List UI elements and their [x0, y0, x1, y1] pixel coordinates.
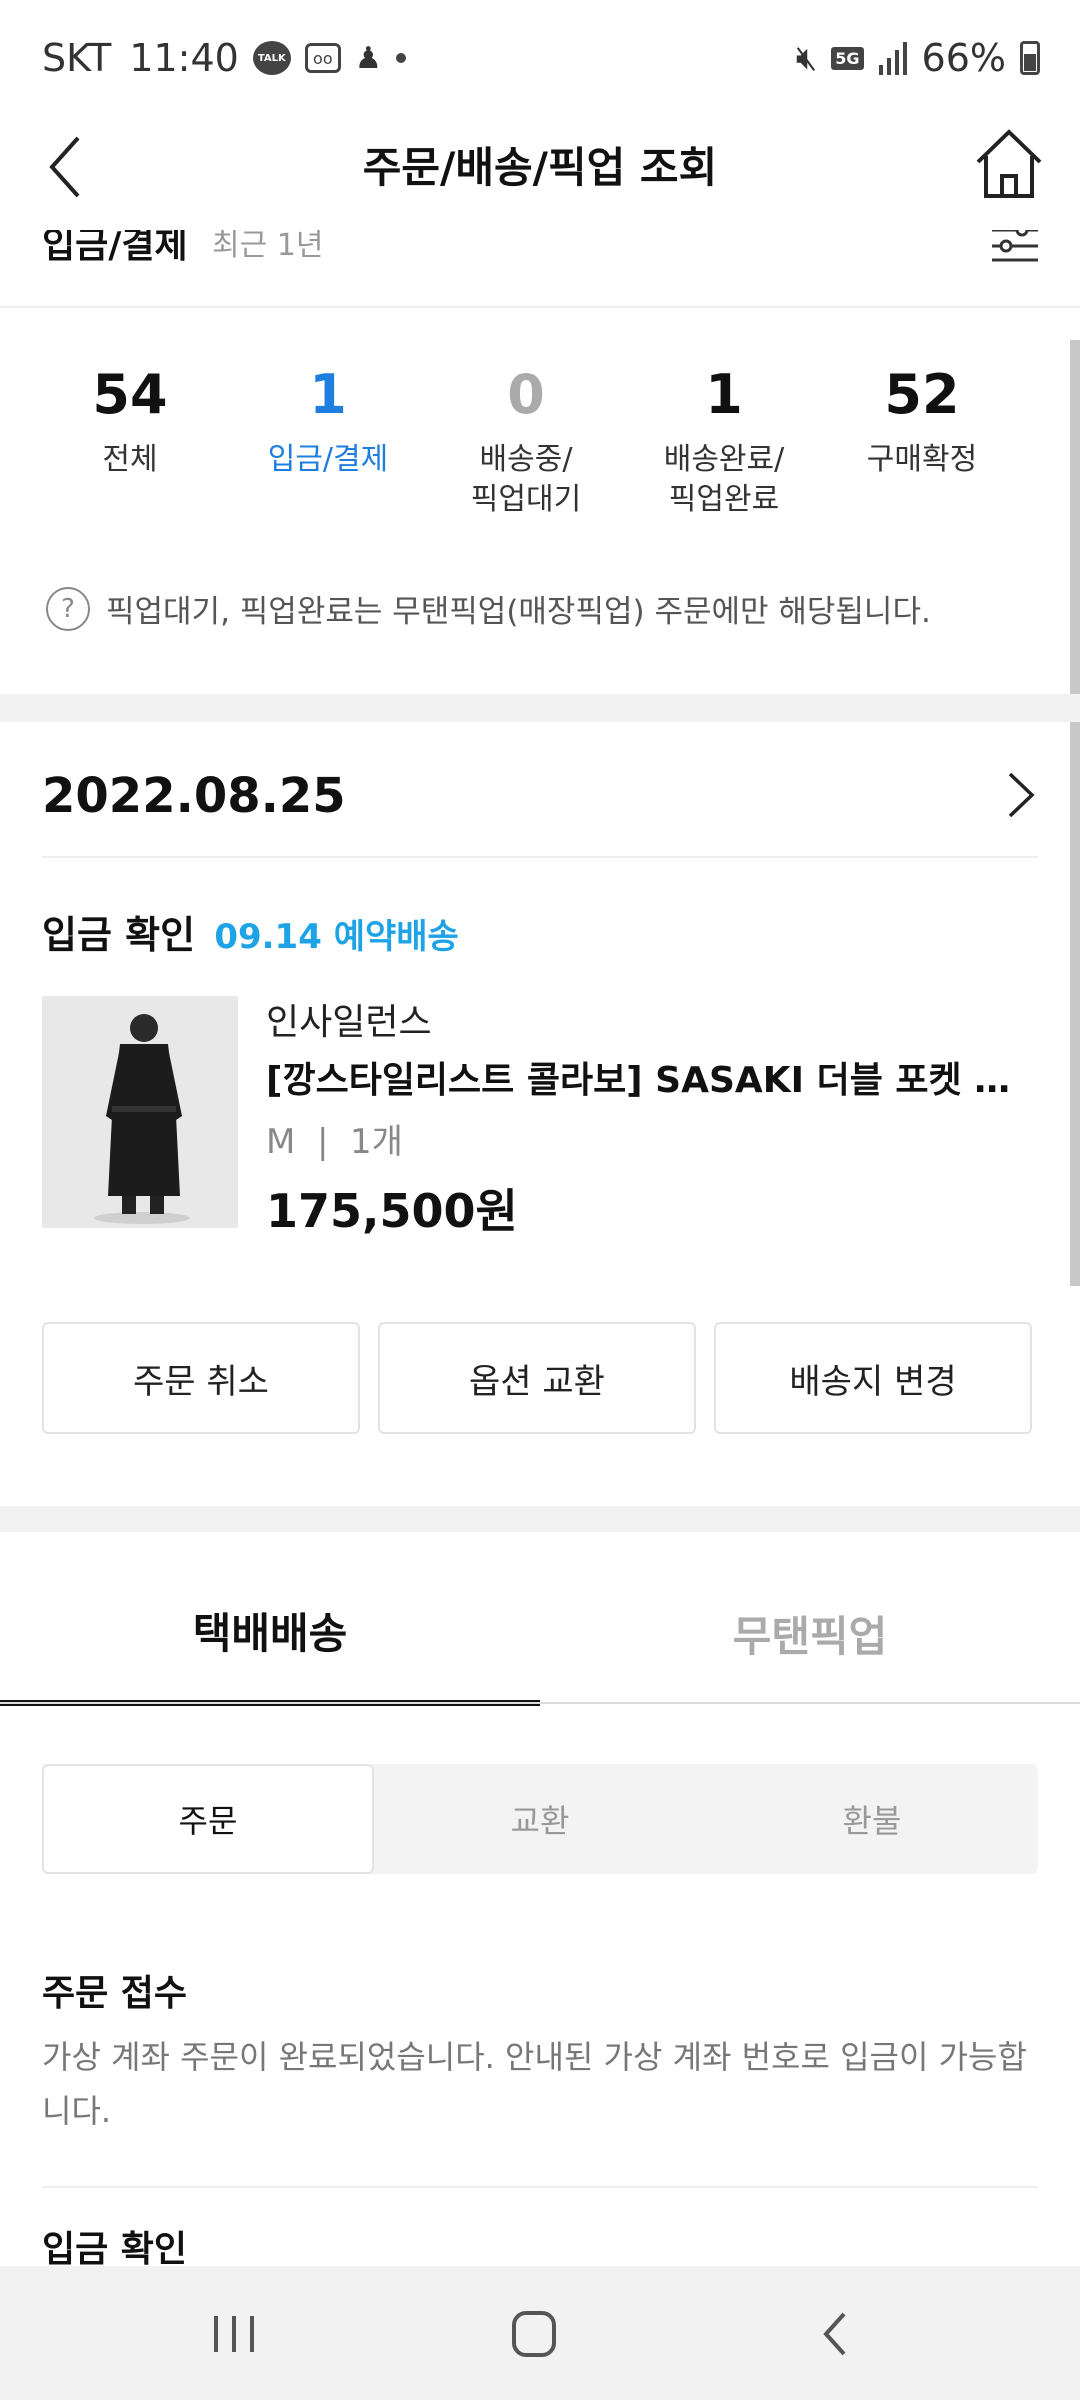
summary-label: 배송중/ 픽업대기: [470, 442, 582, 517]
page-title: 주문/배송/픽업 조회: [362, 143, 718, 192]
recent-apps-icon: [214, 2316, 254, 2352]
tab-divider: [0, 1702, 1080, 1704]
status-right: 🔇︎ 5G 66%: [796, 36, 1040, 80]
change-address-button[interactable]: 배송지 변경: [714, 1322, 1032, 1434]
clock: 11:40: [129, 36, 239, 80]
product-price: 175,500원: [266, 1184, 518, 1238]
summary-count: 1: [309, 363, 347, 426]
order-status-summary: 54 전체 1 입금/결제 0 배송중/ 픽업대기 1 배송완료/ 픽업완료 5…: [0, 360, 1060, 530]
voicemail-icon: oo: [304, 43, 341, 73]
summary-delivered[interactable]: 1 배송완료/ 픽업완료: [624, 360, 824, 520]
home-circle-icon: [512, 2311, 556, 2357]
status-bar: SKT 11:40 TALK oo ♟ 🔇︎ 5G 66%: [0, 0, 1080, 120]
pickup-notice: ? 픽업대기, 픽업완료는 무탠픽업(매장픽업) 주문에만 해당됩니다.: [46, 586, 931, 631]
carrier-label: SKT: [42, 36, 112, 80]
cancel-order-button[interactable]: 주문 취소: [42, 1322, 360, 1434]
product-info[interactable]: 인사일런스 [깡스타일리스트 콜라보] SASAKI 더블 포켓 트렌치 코트 …: [266, 996, 1046, 1246]
section-divider: [0, 1506, 1080, 1532]
segment-refund[interactable]: 환불: [706, 1764, 1038, 1874]
summary-label: 전체: [102, 442, 158, 477]
product-option: M | 1개: [266, 1122, 403, 1162]
signal-icon: [878, 41, 908, 75]
battery-percent: 66%: [921, 36, 1006, 80]
section-divider: [0, 694, 1080, 722]
summary-count: 1: [705, 363, 743, 426]
product-brand: 인사일런스: [266, 1002, 432, 1043]
summary-confirmed[interactable]: 52 구매확정: [822, 360, 1022, 480]
order-status-text: 입금 확인: [42, 913, 196, 957]
home-button[interactable]: [974, 126, 1044, 202]
kakaotalk-icon: TALK: [252, 41, 291, 75]
step-paid-title: 입금 확인: [42, 2229, 188, 2270]
scheduled-delivery: 09.14 예약배송: [214, 917, 459, 957]
segment-exchange[interactable]: 교환: [374, 1764, 706, 1874]
home-icon: [976, 129, 1042, 198]
back-chevron-icon: [823, 2312, 846, 2356]
system-nav-bar: [0, 2266, 1080, 2400]
mute-icon: 🔇︎: [795, 38, 818, 78]
order-date: 2022.08.25: [42, 768, 346, 824]
home-nav-button[interactable]: [494, 2296, 574, 2372]
app-header: 주문/배송/픽업 조회: [0, 120, 1080, 230]
product-name: [깡스타일리스트 콜라보] SASAKI 더블 포켓 트렌치 코트: [266, 1060, 1036, 1101]
summary-label: 구매확정: [866, 442, 978, 477]
summary-payment[interactable]: 1 입금/결제: [228, 360, 428, 480]
recent-apps-button[interactable]: [194, 2296, 274, 2372]
summary-label: 배송완료/ 픽업완료: [663, 442, 785, 517]
network-type-icon: 5G: [831, 46, 864, 70]
order-date-row[interactable]: 2022.08.25: [42, 722, 1038, 858]
product-image[interactable]: [42, 996, 238, 1228]
battery-icon: [1020, 41, 1040, 75]
summary-shipping[interactable]: 0 배송중/ 픽업대기: [426, 360, 626, 520]
summary-all[interactable]: 54 전체: [30, 360, 230, 480]
tab-delivery[interactable]: 택배배송: [0, 1560, 540, 1706]
order-type-segment: 주문 교환 환불: [42, 1764, 1038, 1874]
question-icon: ?: [46, 586, 90, 631]
notice-text: 픽업대기, 픽업완료는 무탠픽업(매장픽업) 주문에만 해당됩니다.: [106, 594, 931, 630]
order-status: 입금 확인 09.14 예약배송: [42, 904, 459, 959]
tab-pickup[interactable]: 무탠픽업: [540, 1560, 1080, 1706]
chevron-right-icon: [1008, 772, 1035, 818]
step-received-title: 주문 접수: [42, 1973, 188, 2014]
back-nav-button[interactable]: [796, 2296, 876, 2372]
summary-count: 52: [884, 363, 960, 426]
summary-label: 입금/결제: [267, 442, 389, 477]
step-divider: [42, 2186, 1038, 2188]
scrollbar[interactable]: [1070, 340, 1080, 1286]
step-received-description: 가상 계좌 주문이 완료되었습니다. 안내된 가상 계좌 번호로 입금이 가능합…: [42, 2038, 1027, 2130]
segment-order[interactable]: 주문: [42, 1764, 374, 1874]
exchange-option-button[interactable]: 옵션 교환: [378, 1322, 696, 1434]
summary-count: 0: [507, 363, 545, 426]
status-left: SKT 11:40 TALK oo ♟: [42, 36, 406, 80]
person-notification-icon: ♟: [354, 40, 382, 76]
summary-count: 54: [92, 363, 168, 426]
more-notifications-dot-icon: [395, 53, 406, 63]
